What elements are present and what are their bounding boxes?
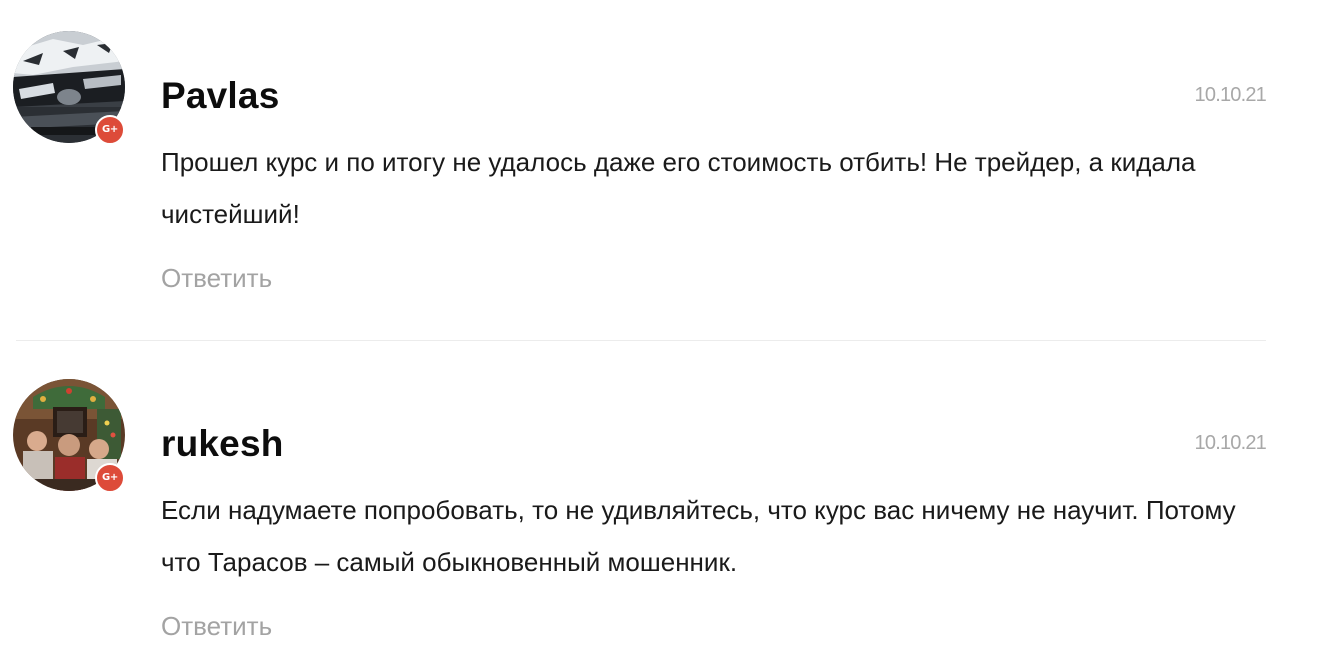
comment-date: 10.10.21: [1194, 432, 1267, 454]
comment-item: G+ Pavlas 10.10.21 Прошел курс и по итог…: [0, 0, 1320, 340]
comments-list: G+ Pavlas 10.10.21 Прошел курс и по итог…: [0, 0, 1320, 660]
comment-date: 10.10.21: [1194, 84, 1267, 106]
google-plus-icon: G+: [95, 115, 125, 145]
comment-text: Если надумаете попробовать, то не удивля…: [161, 495, 1236, 577]
comment-divider: [16, 340, 1266, 341]
google-plus-icon: G+: [95, 463, 125, 493]
reply-link[interactable]: Ответить: [161, 261, 272, 295]
comment-item: G+ rukesh 10.10.21 Если надумаете попроб…: [0, 348, 1320, 660]
comment-author[interactable]: rukesh: [161, 422, 284, 466]
reply-link[interactable]: Ответить: [161, 609, 272, 643]
comment-text: Прошел курс и по итогу не удалось даже е…: [161, 147, 1196, 229]
comment-author[interactable]: Pavlas: [161, 74, 279, 118]
